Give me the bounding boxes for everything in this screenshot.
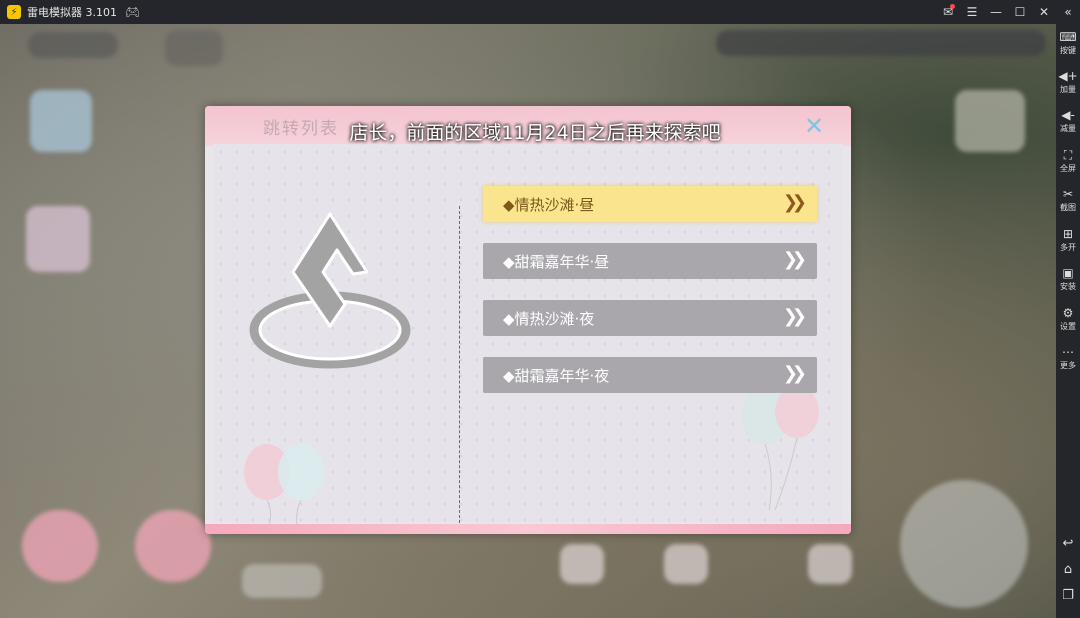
multi-instance-icon: ⊞ xyxy=(1062,227,1074,241)
bottom-icon-blur-2[interactable] xyxy=(664,544,708,584)
double-chevron-right-icon: ❯❯ xyxy=(782,249,807,270)
bottom-button-blur-2[interactable] xyxy=(135,510,211,582)
resource-bar-blur xyxy=(716,30,1046,56)
toast-notice: 店长，前面的区域11月24日之后再来探索吧 xyxy=(349,122,721,144)
sidebar-item-multi[interactable]: ⊞ 多开 xyxy=(1056,227,1080,253)
balloons-decoration-right xyxy=(741,386,819,511)
maximize-button[interactable]: ☐ xyxy=(1008,0,1032,24)
sidebar-item-volume-down[interactable]: ◀- 减量 xyxy=(1056,108,1080,134)
sidebar-item-fullscreen[interactable]: ⛶ 全屏 xyxy=(1056,148,1080,174)
keyboard-icon: ⌨ xyxy=(1059,30,1077,44)
double-chevron-right-icon: ❯❯ xyxy=(782,306,807,327)
recent-apps-icon[interactable]: ❐ xyxy=(1056,588,1080,603)
dashed-divider xyxy=(459,206,460,528)
sidebar-item-more[interactable]: ⋯ 更多 xyxy=(1056,345,1080,371)
emulator-titlebar: ⚡ 雷电模拟器 3.101 🎮︎ ✉ ☰ — ☐ ✕ « xyxy=(0,0,1080,24)
apk-install-icon: ▣ xyxy=(1062,266,1074,280)
option-beach-night[interactable]: ◆情热沙滩·夜 ❯❯ xyxy=(483,300,817,336)
sidebar-item-volume-up[interactable]: ◀+ 加量 xyxy=(1056,69,1080,95)
collapse-sidebar-icon[interactable]: « xyxy=(1056,0,1080,24)
option-carnival-night[interactable]: ◆甜霜嘉年华·夜 ❯❯ xyxy=(483,357,817,393)
notification-dot xyxy=(950,4,955,9)
game-logo-blur xyxy=(28,32,118,58)
balloons-decoration xyxy=(244,444,324,526)
home-button-blur[interactable] xyxy=(165,30,223,66)
double-chevron-right-icon: ❯❯ xyxy=(782,192,807,213)
volume-up-icon: ◀+ xyxy=(1058,69,1078,83)
fullscreen-icon: ⛶ xyxy=(1063,148,1073,162)
home-icon[interactable]: ⌂ xyxy=(1056,562,1080,577)
close-icon[interactable]: ✕ xyxy=(801,113,827,139)
option-beach-day[interactable]: ◆情热沙滩·昼 ❯❯ xyxy=(483,186,817,222)
side-menu-blur-1[interactable] xyxy=(30,90,92,152)
sidebar-item-keys[interactable]: ⌨ 按键 xyxy=(1056,30,1080,56)
side-menu-blur-2[interactable] xyxy=(26,206,90,272)
close-button[interactable]: ✕ xyxy=(1032,0,1056,24)
double-chevron-right-icon: ❯❯ xyxy=(782,363,807,384)
jump-list-dialog: 跳转列表 ✕ ◆情热沙滩·昼 ❯❯ ◆甜霜嘉年华·昼 ❯❯ ◆情热沙滩·夜 ❯❯… xyxy=(205,106,851,534)
joystick-blur[interactable] xyxy=(900,480,1028,608)
minimize-button[interactable]: — xyxy=(984,0,1008,24)
mail-icon[interactable]: ✉ xyxy=(936,0,960,24)
sidebar-item-install[interactable]: ▣ 安装 xyxy=(1056,266,1080,292)
option-carnival-day[interactable]: ◆甜霜嘉年华·昼 ❯❯ xyxy=(483,243,817,279)
location-marker-icon xyxy=(249,212,411,369)
sidebar-item-screenshot[interactable]: ✂ 截图 xyxy=(1056,187,1080,213)
dialog-footer-stripe xyxy=(205,524,851,534)
bottom-icon-blur-1[interactable] xyxy=(560,544,604,584)
bottom-icon-blur-3[interactable] xyxy=(808,544,852,584)
scissors-icon: ✂ xyxy=(1062,187,1074,201)
bottom-button-blur-1[interactable] xyxy=(22,510,98,582)
app-logo-icon: ⚡ xyxy=(7,5,21,19)
volume-down-icon: ◀- xyxy=(1061,108,1075,122)
emulator-sidebar: ⌨ 按键 ◀+ 加量 ◀- 减量 ⛶ 全屏 ✂ 截图 ⊞ 多开 ▣ 安装 ⚙ 设… xyxy=(1056,24,1080,618)
gear-icon: ⚙ xyxy=(1062,306,1074,320)
gamepad-icon[interactable]: 🎮︎ xyxy=(125,5,140,19)
menu-icon[interactable]: ☰ xyxy=(960,0,984,24)
more-icon: ⋯ xyxy=(1062,345,1074,359)
back-icon[interactable]: ↩ xyxy=(1056,536,1080,551)
sidebar-item-settings[interactable]: ⚙ 设置 xyxy=(1056,306,1080,332)
side-menu-blur-3[interactable] xyxy=(955,90,1025,152)
dialog-body: ◆情热沙滩·昼 ❯❯ ◆甜霜嘉年华·昼 ❯❯ ◆情热沙滩·夜 ❯❯ ◆甜霜嘉年华… xyxy=(213,144,843,528)
bottom-button-blur-3[interactable] xyxy=(242,564,322,598)
window-title: 雷电模拟器 3.101 xyxy=(27,6,117,19)
